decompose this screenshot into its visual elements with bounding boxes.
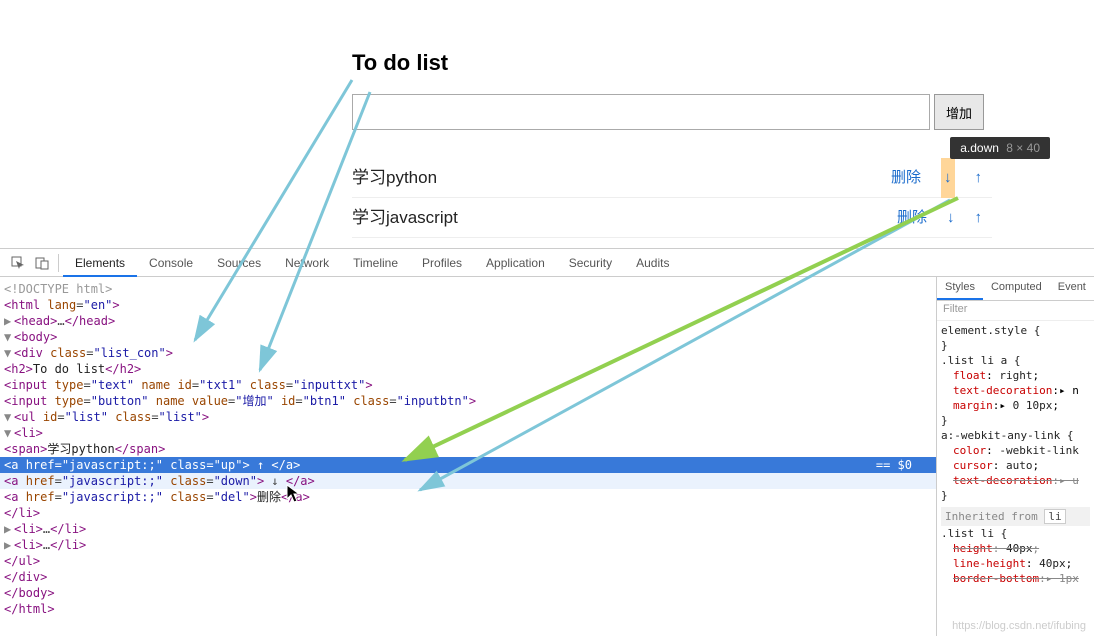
add-button[interactable]: 增加 xyxy=(934,94,984,130)
css-prop: line-height: 40px; xyxy=(941,556,1090,571)
item-text: 学习python xyxy=(352,168,437,187)
tooltip-dimensions: 8 × 40 xyxy=(1006,141,1040,155)
up-link[interactable]: ↑ xyxy=(975,198,983,238)
dom-line[interactable]: ▼<ul id="list" class="list"> xyxy=(0,409,936,425)
dom-line[interactable]: </li> xyxy=(0,505,936,521)
tab-timeline[interactable]: Timeline xyxy=(341,249,410,277)
styles-tab-event[interactable]: Event xyxy=(1050,277,1094,300)
styles-tab-styles[interactable]: Styles xyxy=(937,277,983,300)
todo-list: 学习python ↑ ↓ 删除 学习javascript ↑ ↓ 删除 xyxy=(352,158,992,238)
dom-line[interactable]: ▼<div class="list_con"> xyxy=(0,345,936,361)
down-link[interactable]: ↓ xyxy=(947,198,955,238)
css-rule: } xyxy=(941,338,1090,353)
dom-line[interactable]: ▼<li> xyxy=(0,425,936,441)
tab-profiles[interactable]: Profiles xyxy=(410,249,474,277)
dom-line[interactable]: <html lang="en"> xyxy=(0,297,936,313)
dom-line[interactable]: <a href="javascript:;" class="del">删除</a… xyxy=(0,489,936,505)
css-rule: a:-webkit-any-link { xyxy=(941,428,1090,443)
device-toggle-icon[interactable] xyxy=(34,255,50,271)
dom-line[interactable]: ▶<li>…</li> xyxy=(0,537,936,553)
dom-line[interactable]: <h2>To do list</h2> xyxy=(0,361,936,377)
tab-elements[interactable]: Elements xyxy=(63,249,137,277)
tab-application[interactable]: Application xyxy=(474,249,557,277)
delete-link[interactable]: 删除 xyxy=(891,158,921,198)
delete-link[interactable]: 删除 xyxy=(897,198,927,238)
dom-line[interactable]: </div> xyxy=(0,569,936,585)
dom-line[interactable]: <span>学习python</span> xyxy=(0,441,936,457)
dom-line[interactable]: <!DOCTYPE html> xyxy=(0,281,936,297)
devtools: Elements Console Sources Network Timelin… xyxy=(0,248,1094,636)
devtools-tabs: Elements Console Sources Network Timelin… xyxy=(0,249,1094,277)
list-item: 学习javascript ↑ ↓ 删除 xyxy=(352,198,992,238)
inspect-icon[interactable] xyxy=(10,255,26,271)
item-text: 学习javascript xyxy=(352,208,458,227)
separator xyxy=(58,254,59,272)
dom-line[interactable]: <input type="button" name value="增加" id=… xyxy=(0,393,936,409)
tab-network[interactable]: Network xyxy=(273,249,341,277)
styles-panel: Styles Computed Event Filter element.sty… xyxy=(936,277,1094,636)
css-rule: .list li a { xyxy=(941,353,1090,368)
input-row: 增加 xyxy=(352,94,1094,130)
devtools-body: <!DOCTYPE html> <html lang="en"> ▶<head>… xyxy=(0,277,1094,636)
dom-line[interactable]: <a href="javascript:;" class="down"> ↓ <… xyxy=(0,473,936,489)
element-tooltip: a.down 8 × 40 xyxy=(950,137,1050,159)
styles-tabs: Styles Computed Event xyxy=(937,277,1094,301)
dom-line[interactable]: ▶<head>…</head> xyxy=(0,313,936,329)
css-prop: float: right; xyxy=(941,368,1090,383)
inherited-header: Inherited from li xyxy=(941,507,1090,526)
tooltip-selector: a.down xyxy=(960,141,999,155)
app-page: To do list 增加 a.down 8 × 40 学习python ↑ ↓… xyxy=(0,0,1094,248)
css-rule: } xyxy=(941,488,1090,503)
tab-sources[interactable]: Sources xyxy=(205,249,273,277)
tab-audits[interactable]: Audits xyxy=(624,249,681,277)
dom-line[interactable]: </ul> xyxy=(0,553,936,569)
elements-panel[interactable]: <!DOCTYPE html> <html lang="en"> ▶<head>… xyxy=(0,277,936,636)
css-prop: margin:▸ 0 10px; xyxy=(941,398,1090,413)
styles-content[interactable]: element.style { } .list li a { float: ri… xyxy=(937,321,1094,636)
dom-line[interactable]: ▼<body> xyxy=(0,329,936,345)
css-rule: .list li { xyxy=(941,526,1090,541)
css-prop: color: -webkit-link xyxy=(941,443,1090,458)
down-arrow-highlighted: ↓ xyxy=(941,158,955,198)
tab-console[interactable]: Console xyxy=(137,249,205,277)
css-prop-strike: text-decoration:▸ u xyxy=(941,473,1090,488)
css-prop-strike: height: 40px; xyxy=(941,541,1090,556)
list-item: 学习python ↑ ↓ 删除 xyxy=(352,158,992,198)
page-title: To do list xyxy=(352,50,1094,76)
css-rule: } xyxy=(941,413,1090,428)
watermark: https://blog.csdn.net/ifubing xyxy=(952,620,1086,632)
styles-filter[interactable]: Filter xyxy=(937,301,1094,321)
css-prop-strike: border-bottom:▸ 1px xyxy=(941,571,1090,586)
styles-tab-computed[interactable]: Computed xyxy=(983,277,1050,300)
dom-line[interactable]: ▶<li>…</li> xyxy=(0,521,936,537)
dom-line[interactable]: </html> xyxy=(0,601,936,617)
dom-line[interactable]: </body> xyxy=(0,585,936,601)
dom-line-selected[interactable]: <a href="javascript:;" class="up"> ↑ </a… xyxy=(0,457,936,473)
css-rule: element.style { xyxy=(941,323,1090,338)
up-link[interactable]: ↑ xyxy=(975,158,983,198)
css-prop: text-decoration:▸ n xyxy=(941,383,1090,398)
todo-input[interactable] xyxy=(352,94,930,130)
down-link[interactable]: ↓ xyxy=(941,158,955,198)
css-prop: cursor: auto; xyxy=(941,458,1090,473)
cursor-icon xyxy=(286,484,302,507)
dom-line[interactable]: <input type="text" name id="txt1" class=… xyxy=(0,377,936,393)
tab-security[interactable]: Security xyxy=(557,249,624,277)
